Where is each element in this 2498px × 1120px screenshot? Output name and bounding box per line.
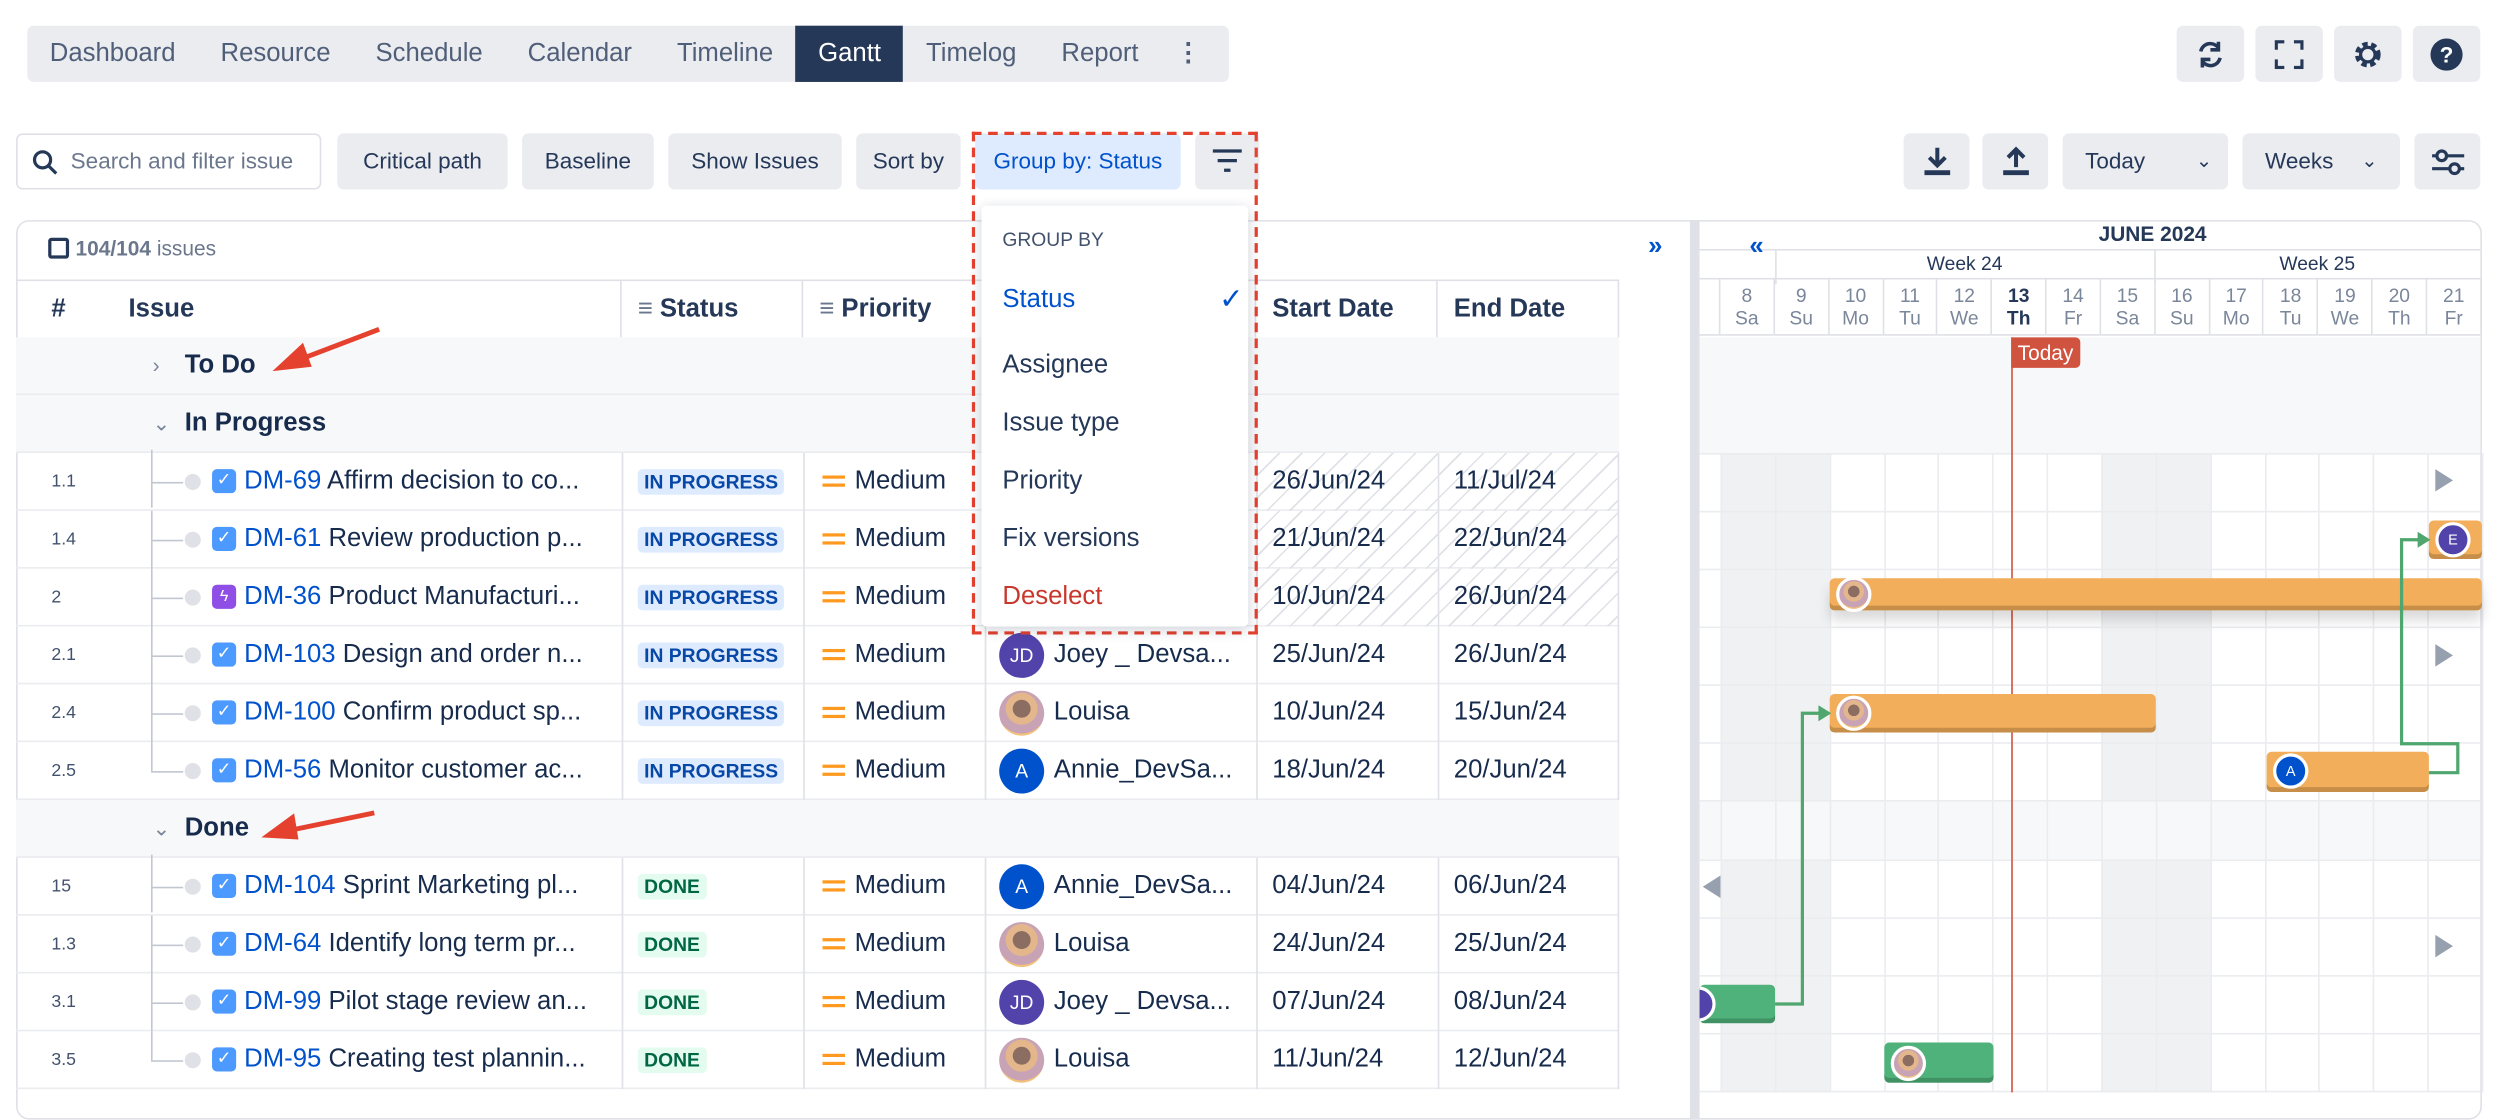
- annotation-arrows: [261, 327, 380, 840]
